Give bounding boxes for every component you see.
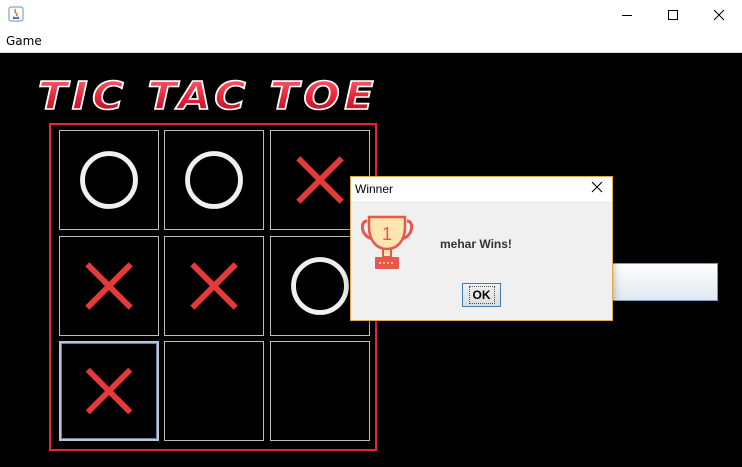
dialog-close-button[interactable] [582, 177, 612, 201]
cell-1[interactable] [164, 130, 264, 230]
x-mark-icon [85, 262, 133, 310]
maximize-button[interactable] [650, 0, 696, 30]
dialog-title: Winner [355, 182, 394, 196]
x-mark-icon [85, 367, 133, 415]
minimize-icon [621, 9, 633, 21]
trophy-number: 1 [382, 224, 392, 244]
dialog-titlebar[interactable]: Winner [351, 177, 612, 201]
close-button[interactable] [696, 0, 742, 30]
o-mark-icon [80, 151, 138, 209]
window-titlebar[interactable] [0, 0, 742, 30]
close-icon [591, 180, 603, 198]
menu-bar: Game [0, 30, 742, 53]
winner-message: mehar Wins! [440, 237, 512, 251]
minimize-button[interactable] [604, 0, 650, 30]
status-field[interactable] [610, 263, 718, 301]
o-mark-icon [185, 151, 243, 209]
maximize-icon [667, 9, 679, 21]
app-window: Game TIC TAC TOE Winner 1 mehar Wins! OK [0, 0, 742, 467]
game-logo: TIC TAC TOE [37, 73, 378, 119]
trophy-icon: 1 [361, 215, 413, 269]
cell-8[interactable] [270, 341, 370, 441]
cell-4[interactable] [164, 236, 264, 336]
cell-3[interactable] [59, 236, 159, 336]
menu-game[interactable]: Game [6, 34, 42, 48]
cell-6[interactable] [59, 341, 159, 441]
java-icon [8, 6, 24, 22]
close-icon [713, 9, 725, 21]
logo-text: TIC TAC TOE [38, 74, 378, 118]
cell-0[interactable] [59, 130, 159, 230]
game-board [49, 123, 377, 451]
ok-button-label: OK [468, 286, 495, 304]
x-mark-icon [190, 262, 238, 310]
winner-dialog: Winner 1 mehar Wins! OK [350, 176, 613, 321]
ok-button[interactable]: OK [462, 283, 501, 307]
cell-7[interactable] [164, 341, 264, 441]
